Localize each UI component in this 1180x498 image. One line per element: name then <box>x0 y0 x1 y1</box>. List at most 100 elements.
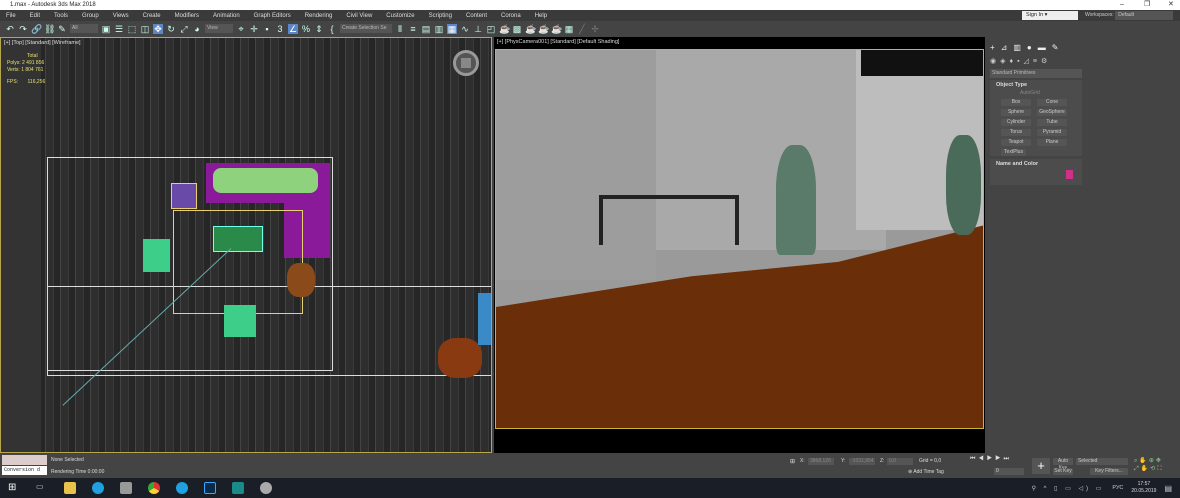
command-panel-tabs[interactable]: +⊿▥●▬✎ <box>990 43 1064 52</box>
set-key-button[interactable]: Set Key <box>1053 468 1073 475</box>
menu-views[interactable]: Views <box>113 13 129 19</box>
rectangular-selection-icon[interactable]: ⬚ <box>127 24 137 34</box>
set-key-big-button[interactable]: + <box>1032 458 1050 474</box>
viewcube-icon[interactable] <box>453 50 479 76</box>
select-object-icon[interactable]: ▣ <box>101 24 111 34</box>
keyboard-shortcut-icon[interactable]: ▪ <box>262 24 272 34</box>
bind-space-warp-icon[interactable]: ✎ <box>57 24 67 34</box>
cylinder-button[interactable]: Cylinder <box>1001 119 1031 126</box>
teapot-button[interactable]: Teapot <box>1001 139 1031 146</box>
reference-coordinate-dropdown[interactable]: View <box>205 24 233 33</box>
ribbon-icon[interactable]: ▦ <box>447 23 457 34</box>
start-icon[interactable]: ⊞ <box>8 482 20 494</box>
workspace-selector[interactable]: Workspaces: Default <box>1085 11 1177 20</box>
viewport-label[interactable]: [+] [Top] [Standard] [Wireframe] <box>4 40 81 46</box>
add-time-tag[interactable]: ⊕ Add Time Tag <box>908 469 944 475</box>
menu-edit[interactable]: Edit <box>30 13 40 19</box>
chrome-icon[interactable] <box>148 482 160 494</box>
align-icon[interactable]: ≡ <box>408 24 418 34</box>
spinner-snap-icon[interactable]: ⇕ <box>314 24 324 34</box>
gizmo-icon[interactable]: ✢ <box>590 24 600 34</box>
menu-corona[interactable]: Corona <box>501 13 521 19</box>
menu-modifiers[interactable]: Modifiers <box>175 13 199 19</box>
menu-customize[interactable]: Customize <box>386 13 414 19</box>
unlink-icon[interactable]: ⛓ <box>44 24 55 34</box>
pyramid-button[interactable]: Pyramid <box>1037 129 1067 136</box>
workspace-value[interactable]: Default <box>1115 11 1174 20</box>
textplus-button[interactable]: TextPlus <box>1001 149 1026 156</box>
render-active-shade-icon[interactable]: ☕ <box>551 24 562 34</box>
edit-named-selection-icon[interactable]: { <box>327 24 337 34</box>
close-button[interactable]: ✕ <box>1168 0 1174 10</box>
x-coordinate-field[interactable]: 3868,126 <box>808 458 834 465</box>
file-explorer-icon[interactable] <box>64 482 76 494</box>
current-frame-field[interactable]: 0 <box>994 468 1024 475</box>
clock[interactable]: 17:57 20.05.2019 <box>1131 481 1156 495</box>
viewport-camera[interactable]: [+] [PhysCamera001] [Standard] [Default … <box>494 37 985 453</box>
3ds-max-icon[interactable] <box>232 482 244 494</box>
render-in-cloud-icon[interactable]: ▦ <box>564 24 574 34</box>
system-tray-icons[interactable]: ⚲ ^ ▯ ▭ ◁) ▭ <box>1032 485 1105 492</box>
app-icon-2[interactable] <box>260 482 272 494</box>
autogrid-checkbox[interactable]: AutoGrid <box>990 90 1082 96</box>
redo-icon[interactable]: ↷ <box>18 24 28 34</box>
sphere-button[interactable]: Sphere <box>1001 109 1031 116</box>
name-color-header[interactable]: Name and Color <box>990 159 1082 169</box>
viewport-label[interactable]: [+] [PhysCamera001] [Standard] [Default … <box>497 39 619 45</box>
percent-snap-icon[interactable]: % <box>301 24 311 34</box>
primitive-type-dropdown[interactable]: Standard Primitives <box>990 69 1082 78</box>
photoshop-icon[interactable] <box>204 482 216 494</box>
create-category-icons[interactable]: ◉◈♦▪◿≡⚙ <box>990 57 1051 65</box>
menu-content[interactable]: Content <box>466 13 487 19</box>
schematic-view-icon[interactable]: ⊥ <box>473 24 483 34</box>
menu-rendering[interactable]: Rendering <box>305 13 333 19</box>
brush-icon[interactable]: ╱ <box>577 24 587 34</box>
scene-explorer-icon[interactable]: ▤ <box>421 24 431 34</box>
material-editor-icon[interactable]: ◰ <box>486 24 496 34</box>
language-indicator[interactable]: РУС <box>1112 485 1123 491</box>
link-icon[interactable]: 🔗 <box>31 24 42 34</box>
key-filters-button[interactable]: Key Filters... <box>1090 468 1128 475</box>
snaps-toggle-icon[interactable]: 3 <box>275 24 285 34</box>
maximize-button[interactable]: ❐ <box>1144 0 1150 10</box>
geosphere-button[interactable]: GeoSphere <box>1037 109 1067 116</box>
z-coordinate-field[interactable]: 0,0 <box>887 458 913 465</box>
selection-filter-dropdown[interactable]: All <box>70 24 98 33</box>
manipulate-icon[interactable]: ✛ <box>249 24 259 34</box>
cone-button[interactable]: Cone <box>1037 99 1067 106</box>
render-iterative-icon[interactable]: ☕ <box>538 24 549 34</box>
rendered-frame-window-icon[interactable]: ▩ <box>512 24 522 34</box>
menu-group[interactable]: Group <box>82 13 99 19</box>
menu-scripting[interactable]: Scripting <box>429 13 452 19</box>
notifications-icon[interactable]: ▤ <box>1164 484 1172 493</box>
menu-create[interactable]: Create <box>143 13 161 19</box>
menu-help[interactable]: Help <box>535 13 547 19</box>
key-mode-dropdown[interactable]: Selected <box>1076 458 1128 465</box>
menu-tools[interactable]: Tools <box>54 13 68 19</box>
skype-icon[interactable] <box>92 482 104 494</box>
select-by-name-icon[interactable]: ☰ <box>114 24 124 34</box>
move-icon[interactable]: ✥ <box>153 23 163 34</box>
torus-button[interactable]: Torus <box>1001 129 1031 136</box>
task-view-icon[interactable]: ▭ <box>36 482 48 494</box>
menu-animation[interactable]: Animation <box>213 13 240 19</box>
undo-icon[interactable]: ↶ <box>5 24 15 34</box>
maxscript-input[interactable]: Conversion d <box>2 466 47 475</box>
absolute-mode-icon[interactable]: ⊞ <box>790 458 795 465</box>
skype-icon-2[interactable] <box>176 482 188 494</box>
scale-icon[interactable]: ⤢ <box>179 24 189 34</box>
menu-file[interactable]: File <box>6 13 16 19</box>
minimize-button[interactable]: – <box>1120 0 1124 10</box>
window-crossing-icon[interactable]: ◫ <box>140 24 150 34</box>
menu-civil-view[interactable]: Civil View <box>346 13 372 19</box>
sign-in-dropdown[interactable]: Sign In ▾ <box>1022 11 1078 20</box>
plane-button[interactable]: Plane <box>1037 139 1067 146</box>
auto-key-button[interactable]: Auto Key <box>1053 458 1073 471</box>
mirror-icon[interactable]: ⫴ <box>395 24 405 34</box>
y-coordinate-field[interactable]: -1031,954 <box>849 458 875 465</box>
menu-graph-editors[interactable]: Graph Editors <box>254 13 291 19</box>
viewport-navigation-icons[interactable]: ⌕✋⊕✥ ⤢✋⟲⛶ <box>1134 457 1164 473</box>
pivot-icon[interactable]: ⌖ <box>236 24 246 34</box>
playback-controls[interactable]: ⏮◀▶▶⏭ <box>970 456 1012 463</box>
maxscript-listener[interactable] <box>2 455 47 465</box>
